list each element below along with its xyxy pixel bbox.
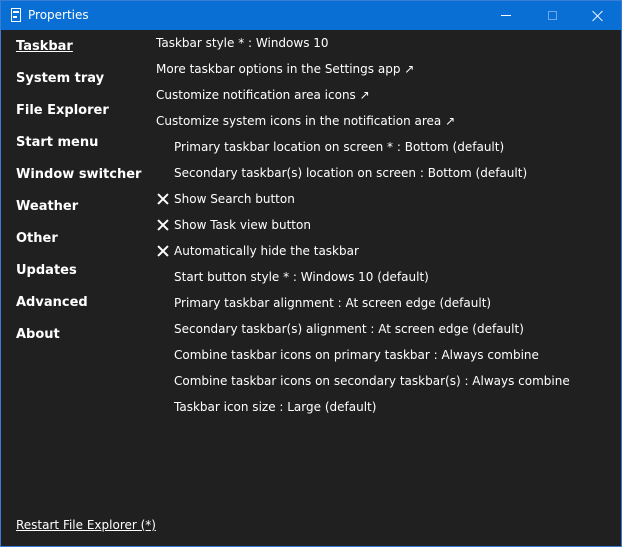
- sidebar-item-updates[interactable]: Updates: [16, 263, 77, 279]
- option-secondary-taskbar-location[interactable]: Secondary taskbar(s) location on screen …: [174, 166, 527, 181]
- option-combine-icons-secondary[interactable]: Combine taskbar icons on secondary taskb…: [174, 374, 570, 389]
- sidebar-item-advanced[interactable]: Advanced: [16, 295, 88, 311]
- maximize-icon: [547, 11, 557, 20]
- checkmark-x-icon: [157, 245, 169, 257]
- app-icon: [11, 8, 21, 22]
- sidebar-item-about[interactable]: About: [16, 327, 60, 343]
- option-taskbar-icon-size[interactable]: Taskbar icon size : Large (default): [174, 400, 376, 415]
- option-primary-taskbar-location[interactable]: Primary taskbar location on screen * : B…: [174, 140, 504, 155]
- properties-window: Properties Taskbar System tray File Expl…: [0, 0, 622, 547]
- checkmark-x-icon: [157, 193, 169, 205]
- checkmark-x-icon: [157, 219, 169, 231]
- option-show-task-view-button[interactable]: Show Task view button: [174, 218, 311, 233]
- option-auto-hide-taskbar[interactable]: Automatically hide the taskbar: [174, 244, 359, 259]
- option-primary-taskbar-alignment[interactable]: Primary taskbar alignment : At screen ed…: [174, 296, 491, 311]
- minimize-icon: [501, 15, 511, 16]
- option-more-taskbar-options-link[interactable]: More taskbar options in the Settings app…: [156, 62, 414, 77]
- option-start-button-style[interactable]: Start button style * : Windows 10 (defau…: [174, 270, 429, 285]
- option-customize-system-icons-link[interactable]: Customize system icons in the notificati…: [156, 114, 455, 129]
- maximize-button: [529, 1, 575, 30]
- sidebar-item-other[interactable]: Other: [16, 231, 58, 247]
- option-combine-icons-primary[interactable]: Combine taskbar icons on primary taskbar…: [174, 348, 539, 363]
- sidebar-item-taskbar[interactable]: Taskbar: [16, 39, 73, 55]
- sidebar-item-file-explorer[interactable]: File Explorer: [16, 103, 109, 119]
- sidebar-item-window-switcher[interactable]: Window switcher: [16, 167, 141, 183]
- option-taskbar-style[interactable]: Taskbar style * : Windows 10: [156, 36, 329, 51]
- window-title: Properties: [28, 8, 89, 22]
- sidebar-item-system-tray[interactable]: System tray: [16, 71, 104, 87]
- option-show-search-button[interactable]: Show Search button: [174, 192, 295, 207]
- close-icon: [592, 10, 604, 22]
- title-bar[interactable]: Properties: [1, 1, 621, 30]
- close-button[interactable]: [575, 1, 621, 30]
- restart-file-explorer-link[interactable]: Restart File Explorer (*): [16, 518, 156, 533]
- option-customize-notification-icons-link[interactable]: Customize notification area icons ↗: [156, 88, 370, 103]
- sidebar-item-start-menu[interactable]: Start menu: [16, 135, 98, 151]
- minimize-button[interactable]: [483, 1, 529, 30]
- sidebar-nav: Taskbar System tray File Explorer Start …: [1, 30, 146, 546]
- option-secondary-taskbar-alignment[interactable]: Secondary taskbar(s) alignment : At scre…: [174, 322, 524, 337]
- sidebar-item-weather[interactable]: Weather: [16, 199, 78, 215]
